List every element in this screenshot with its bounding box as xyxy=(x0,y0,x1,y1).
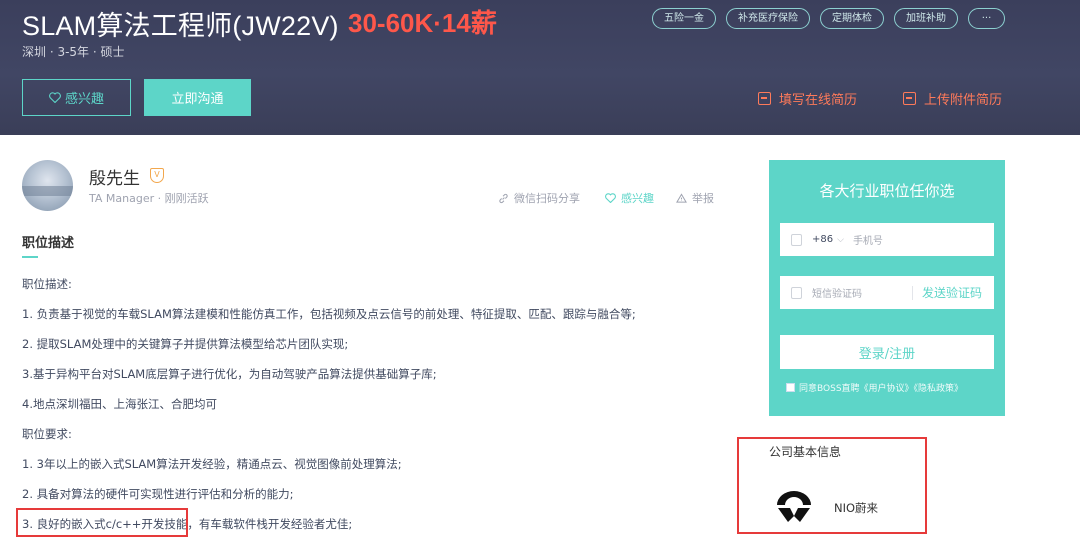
login-register-button[interactable]: 登录/注册 xyxy=(780,335,994,369)
avatar xyxy=(22,160,73,211)
description-line: 职位描述: xyxy=(22,277,72,291)
job-description: 职位描述: 1. 负责基于视觉的车载SLAM算法建模和性能仿真工作，包括视频及点… xyxy=(22,275,722,545)
favorite-link[interactable]: 感兴趣 xyxy=(605,190,654,206)
benefit-tags: 五险一金 补充医疗保险 定期体检 加班补助 ··· xyxy=(652,8,1005,29)
heart-icon xyxy=(605,193,616,203)
login-panel: 各大行业职位任你选 +86 ⌵ 手机号 短信验证码 发送验证码 登录/注册 同意… xyxy=(769,160,1005,416)
benefit-tag: 五险一金 xyxy=(652,8,716,29)
benefit-tag: 定期体检 xyxy=(820,8,884,29)
job-header: SLAM算法工程师(JW22V) 30-60K·14薪 深圳 · 3-5年 · … xyxy=(0,0,1080,135)
verified-badge-icon: V xyxy=(150,168,164,183)
upload-icon xyxy=(903,92,916,105)
login-title: 各大行业职位任你选 xyxy=(819,182,955,200)
job-title: SLAM算法工程师(JW22V) xyxy=(22,11,339,41)
phone-field[interactable]: +86 ⌵ 手机号 xyxy=(780,223,994,256)
favorite-label: 感兴趣 xyxy=(621,192,654,205)
fill-online-resume-link[interactable]: 填写在线简历 xyxy=(758,89,857,108)
upload-resume-link[interactable]: 上传附件简历 xyxy=(903,89,1002,108)
report-link[interactable]: 举报 xyxy=(676,190,714,206)
chat-now-button[interactable]: 立即沟通 xyxy=(144,79,251,116)
section-underline xyxy=(22,256,38,258)
description-line: 2. 提取SLAM处理中的关键算子并提供算法模型给芯片团队实现; xyxy=(22,337,349,351)
description-line: 职位要求: xyxy=(22,427,72,441)
phone-icon xyxy=(791,233,802,246)
avatar-detail xyxy=(22,186,73,196)
job-meta: 深圳 · 3-5年 · 硕士 xyxy=(22,45,125,59)
more-tags-button[interactable]: ··· xyxy=(968,8,1005,29)
interest-label: 感兴趣 xyxy=(64,92,104,107)
heart-icon xyxy=(49,92,61,103)
sms-code-field[interactable]: 短信验证码 发送验证码 xyxy=(780,276,994,309)
resume-icon xyxy=(758,92,771,105)
chevron-down-icon: ⌵ xyxy=(837,234,844,245)
send-code-button[interactable]: 发送验证码 xyxy=(911,285,982,300)
section-title-job-description: 职位描述 xyxy=(22,236,75,251)
recruiter-role: TA Manager · 刚刚活跃 xyxy=(89,192,209,205)
agreement-text[interactable]: 同意BOSS直聘《用户协议》《隐私政策》 xyxy=(799,381,963,394)
company-name[interactable]: NIO蔚来 xyxy=(834,500,878,516)
description-line: 1. 负责基于视觉的车载SLAM算法建模和性能仿真工作，包括视频及点云信号的前处… xyxy=(22,307,636,321)
agreement-row: 同意BOSS直聘《用户协议》《隐私政策》 xyxy=(786,381,963,394)
fill-online-resume-label: 填写在线简历 xyxy=(779,93,858,108)
recruiter-name: 殷先生 xyxy=(89,169,140,189)
share-label: 微信扫码分享 xyxy=(514,192,580,205)
agreement-checkbox[interactable] xyxy=(786,383,795,392)
company-section-title: 公司基本信息 xyxy=(769,445,842,459)
wechat-share-link[interactable]: 微信扫码分享 xyxy=(498,190,580,206)
benefit-tag: 加班补助 xyxy=(894,8,958,29)
sms-code-input[interactable]: 短信验证码 xyxy=(812,285,862,300)
description-line: 1. 3年以上的嵌入式SLAM算法开发经验，精通点云、视觉图像前处理算法; xyxy=(22,457,402,471)
nio-logo-icon[interactable] xyxy=(774,489,814,525)
warning-icon xyxy=(676,192,687,203)
upload-resume-label: 上传附件简历 xyxy=(924,93,1003,108)
report-label: 举报 xyxy=(692,192,714,205)
country-code-select[interactable]: +86 xyxy=(812,234,833,245)
benefit-tag: 补充医疗保险 xyxy=(726,8,810,29)
link-icon xyxy=(499,193,508,203)
description-line: 3.基于异构平台对SLAM底层算子进行优化，为自动驾驶产品算法提供基础算子库; xyxy=(22,367,437,381)
job-salary: 30-60K·14薪 xyxy=(348,8,497,38)
phone-input[interactable]: 手机号 xyxy=(853,232,883,247)
interest-button[interactable]: 感兴趣 xyxy=(22,79,131,116)
annotation-highlight-box xyxy=(16,508,188,537)
description-line: 4.地点深圳福田、上海张江、合肥均可 xyxy=(22,397,217,411)
shield-icon xyxy=(791,286,802,299)
